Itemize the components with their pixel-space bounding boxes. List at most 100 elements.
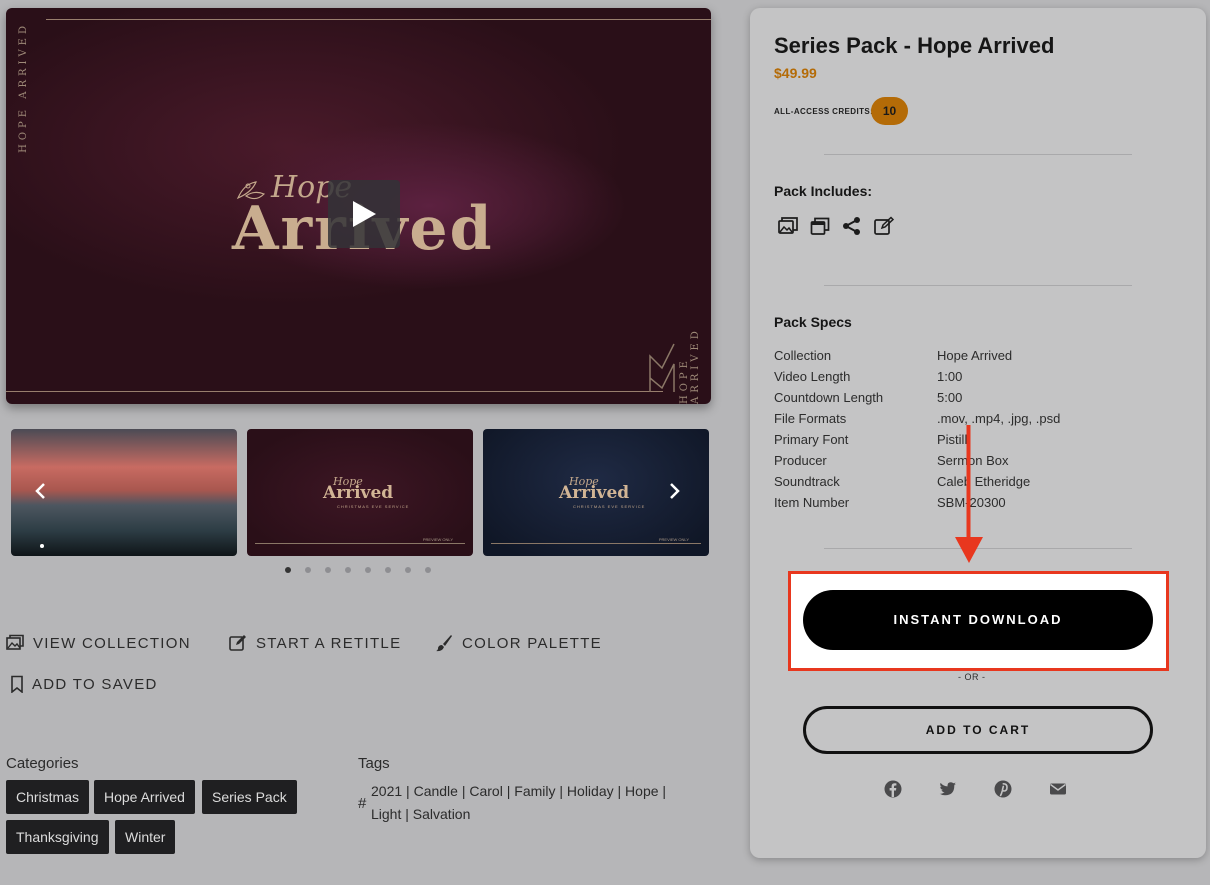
tag-link[interactable]: Carol: [469, 783, 502, 799]
credits-label: ALL-ACCESS CREDITS:: [774, 107, 874, 116]
side-text-left: HOPE ARRIVED: [18, 22, 29, 153]
category-chip[interactable]: Series Pack: [202, 780, 297, 814]
divider: [824, 285, 1132, 286]
carousel-dot[interactable]: [365, 567, 371, 573]
thumbnail-subtitle: CHRISTMAS EVE SERVICE: [573, 504, 646, 509]
tag-separator: |: [658, 783, 667, 799]
thumbnail-preview-label: PREVIEW ONLY: [422, 537, 453, 542]
annotation-arrow-icon: [955, 425, 983, 563]
tag-link[interactable]: Salvation: [413, 806, 471, 822]
carousel-dot[interactable]: [385, 567, 391, 573]
brand-logo-icon: [649, 343, 675, 392]
add-to-saved-link[interactable]: ADD TO SAVED: [8, 675, 158, 693]
frame-line-bottom: [6, 391, 663, 392]
view-collection-label: VIEW COLLECTION: [33, 634, 191, 652]
spec-value: Hope Arrived: [937, 348, 1013, 363]
side-text-right: HOPE ARRIVED: [679, 327, 701, 404]
spec-key: Video Length: [774, 369, 851, 384]
play-icon: [353, 201, 376, 227]
thumbnail-2[interactable]: Hope Arrived CHRISTMAS EVE SERVICE PREVI…: [247, 429, 473, 556]
thumbnail-indicator: [40, 544, 44, 548]
pack-specs-heading: Pack Specs: [774, 314, 852, 330]
spec-key: Collection: [774, 348, 832, 363]
tags-heading: Tags: [358, 755, 390, 772]
pack-includes-heading: Pack Includes:: [774, 183, 873, 199]
hashtag-icon: #: [358, 795, 367, 812]
tag-link[interactable]: 2021: [371, 783, 402, 799]
thumbnail-preview-label: PREVIEW ONLY: [658, 537, 689, 542]
facebook-icon[interactable]: [884, 780, 902, 798]
share-icon: [843, 217, 860, 235]
tag-separator: |: [555, 783, 567, 799]
spec-value: .mov, .mp4, .jpg, .psd: [937, 411, 1061, 426]
images-icon: [778, 217, 798, 234]
bookmark-icon: [11, 675, 23, 693]
carousel-dots: [285, 567, 431, 573]
play-button[interactable]: [328, 180, 400, 248]
category-chip[interactable]: Winter: [115, 820, 176, 854]
edit-icon: [229, 635, 246, 651]
spec-key: Primary Font: [774, 432, 849, 447]
carousel-dot[interactable]: [425, 567, 431, 573]
carousel-dot[interactable]: [325, 567, 331, 573]
video-player[interactable]: HOPE ARRIVED HOPE ARRIVED Hope Arrived: [6, 8, 711, 404]
add-to-saved-label: ADD TO SAVED: [32, 675, 158, 693]
paintbrush-icon: [436, 635, 452, 652]
tag-separator: |: [401, 806, 413, 822]
tag-link[interactable]: Candle: [414, 783, 458, 799]
spec-key: File Formats: [774, 411, 847, 426]
tag-link[interactable]: Hope: [625, 783, 658, 799]
thumbnail-title-main: Arrived: [559, 483, 630, 503]
carousel-dot[interactable]: [285, 567, 291, 573]
pack-includes-icons: [778, 216, 894, 236]
instant-download-button[interactable]: INSTANT DOWNLOAD: [803, 590, 1153, 650]
product-price: $49.99: [774, 65, 817, 81]
spec-key: Soundtrack: [774, 474, 840, 489]
add-to-cart-button[interactable]: ADD TO CART: [803, 706, 1153, 754]
carousel-dot[interactable]: [345, 567, 351, 573]
tags-line-2: Light | Salvation: [371, 806, 470, 822]
color-palette-link[interactable]: COLOR PALETTE: [435, 634, 602, 652]
categories-heading: Categories: [6, 755, 79, 772]
tag-link[interactable]: Family: [514, 783, 555, 799]
twitter-icon[interactable]: [939, 780, 957, 798]
view-collection-link[interactable]: VIEW COLLECTION: [6, 634, 191, 652]
layers-icon: [810, 217, 830, 235]
thumbnail-frame-line: [255, 543, 465, 544]
spec-key: Producer: [774, 453, 827, 468]
share-links: [884, 780, 1067, 798]
category-chip[interactable]: Thanksgiving: [6, 820, 109, 854]
tag-link[interactable]: Light: [371, 806, 401, 822]
carousel-next-button[interactable]: [665, 482, 685, 504]
divider: [824, 154, 1132, 155]
tag-separator: |: [502, 783, 515, 799]
color-palette-label: COLOR PALETTE: [462, 634, 602, 652]
or-separator: - OR -: [958, 672, 986, 682]
carousel-prev-button[interactable]: [30, 482, 50, 504]
chevron-right-icon: [670, 483, 680, 499]
carousel-dot[interactable]: [305, 567, 311, 573]
frame-line-top: [46, 19, 711, 20]
edit-icon: [874, 216, 894, 235]
start-retitle-label: START A RETITLE: [256, 634, 402, 652]
tag-separator: |: [613, 783, 626, 799]
product-title: Series Pack - Hope Arrived: [774, 33, 1055, 58]
chevron-left-icon: [35, 483, 45, 499]
tag-separator: |: [402, 783, 414, 799]
tag-link[interactable]: Holiday: [567, 783, 614, 799]
credits-badge: 10: [871, 97, 908, 125]
spec-key: Countdown Length: [774, 390, 884, 405]
tags-line-1: 2021 | Candle | Carol | Family | Holiday…: [371, 783, 666, 799]
category-chip[interactable]: Hope Arrived: [94, 780, 195, 814]
spec-key: Item Number: [774, 495, 850, 510]
thumbnail-title-main: Arrived: [323, 483, 394, 503]
start-retitle-link[interactable]: START A RETITLE: [229, 634, 401, 652]
spec-value: 1:00: [937, 369, 963, 384]
carousel-dot[interactable]: [405, 567, 411, 573]
category-chip[interactable]: Christmas: [6, 780, 90, 814]
pinterest-icon[interactable]: [994, 780, 1012, 798]
thumbnail-subtitle: CHRISTMAS EVE SERVICE: [337, 504, 410, 509]
images-icon: [6, 634, 24, 650]
tag-separator: |: [457, 783, 470, 799]
email-icon[interactable]: [1049, 780, 1067, 798]
